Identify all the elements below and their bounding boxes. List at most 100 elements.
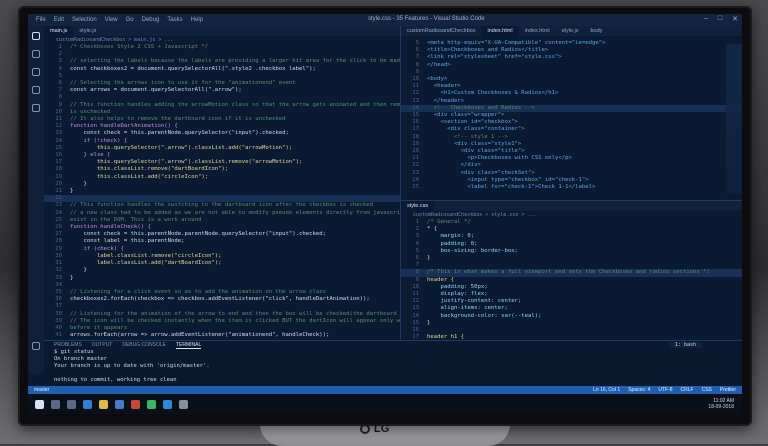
tab-terminal[interactable]: TERMINAL	[175, 342, 202, 349]
terminal-app-icon[interactable]	[179, 399, 188, 409]
code-line[interactable]: 34	[44, 282, 400, 289]
task-view-icon[interactable]	[67, 399, 76, 409]
code-line[interactable]: 20 }	[44, 181, 400, 188]
code-line[interactable]: 7	[401, 262, 742, 269]
menu-tasks[interactable]: Tasks	[167, 17, 182, 23]
code-line[interactable]: 4 const checkboxes2 = document.querySelec…	[44, 66, 400, 73]
code-line[interactable]: 2 * {	[401, 226, 742, 233]
code-line[interactable]: 40 before it appears	[44, 325, 400, 332]
code-line[interactable]: 7 const arrows = document.querySelectorAl…	[44, 87, 400, 94]
tab-debug-console[interactable]: DEBUG CONSOLE	[122, 342, 166, 348]
code-line[interactable]: 25 exist in the DOM. This is a work aroun…	[44, 217, 400, 224]
code-line[interactable]: 27 const check = this.parentNode.parentN…	[44, 231, 400, 238]
code-line[interactable]: 22 </div>	[401, 162, 742, 169]
vscode-icon[interactable]	[163, 399, 172, 409]
code-line[interactable]: 11 display: flex;	[401, 291, 742, 298]
left-code-editor[interactable]: 1 /* Checkboxes Style 2 CSS + Javascript …	[44, 44, 400, 339]
tab-style-js[interactable]: style.js	[73, 26, 102, 36]
code-line[interactable]: 29 if (check) {	[44, 246, 400, 253]
code-line[interactable]: 21 <p>Checkboxes with CSS only</p>	[401, 155, 742, 162]
tab-problems[interactable]: PROBLEMS	[54, 342, 82, 348]
code-line[interactable]: 8	[44, 94, 400, 101]
code-line[interactable]: 13 </header>	[401, 98, 742, 105]
code-line[interactable]: 35 // Listening for a click event so as t…	[44, 289, 400, 296]
edge-icon[interactable]	[83, 399, 92, 409]
maximize-icon[interactable]: □	[718, 15, 722, 23]
start-icon[interactable]	[35, 399, 44, 409]
code-line[interactable]: 7 <link rel="stylesheet" href="style.css"…	[401, 54, 742, 61]
code-line[interactable]: 5 <meta http-equiv="X-UA-Compatible" cont…	[401, 40, 742, 47]
code-line[interactable]: 10 padding: 50px;	[401, 284, 742, 291]
code-line[interactable]: 28 const label = this.parentNode;	[44, 238, 400, 245]
code-line[interactable]: 8 /* This is what makes a full viewport a…	[401, 269, 742, 277]
code-line[interactable]: 2	[44, 51, 400, 58]
code-line[interactable]: 14 background-color: var(--teal);	[401, 313, 742, 320]
right-top-code-editor[interactable]: 5 <meta http-equiv="X-UA-Compatible" cont…	[401, 40, 742, 191]
code-line[interactable]: 16 <section id="checkbox">	[401, 119, 742, 126]
code-line[interactable]: 6 // Selecting the arrows icon to use it …	[44, 80, 400, 87]
code-line[interactable]: 9 header {	[401, 277, 742, 284]
menu-debug[interactable]: Debug	[142, 17, 160, 23]
code-line[interactable]: 23 <div class="checkSet">	[401, 170, 742, 177]
code-line[interactable]: 11 // It also helps to remove the dartboa…	[44, 116, 400, 123]
close-icon[interactable]: ✕	[732, 15, 738, 23]
clock[interactable]: 11:02 AM 18-09-2018	[708, 398, 734, 410]
code-line[interactable]: 9	[401, 69, 742, 76]
code-line[interactable]: 5 box-sizing: border-box;	[401, 248, 742, 255]
code-line[interactable]: 5	[44, 73, 400, 80]
code-line[interactable]: 15 <div class="wrapper">	[401, 112, 742, 119]
code-line[interactable]: 8 </head>	[401, 62, 742, 69]
indentation[interactable]: Spaces: 4	[628, 387, 650, 393]
menu-view[interactable]: View	[105, 17, 118, 23]
menu-selection[interactable]: Selection	[72, 17, 97, 23]
code-line[interactable]: 4 padding: 0;	[401, 241, 742, 248]
cursor-position[interactable]: Ln 16, Col 1	[593, 387, 620, 393]
tab-style-js-right[interactable]: style.js	[556, 26, 585, 36]
code-line[interactable]: 10 is unchecked	[44, 109, 400, 116]
code-line[interactable]: 22	[44, 195, 400, 203]
code-line[interactable]: 26 function handleCheck() {	[44, 224, 400, 231]
code-line[interactable]: 12 <h1>Custom Checkboxes & Radios</h1>	[401, 90, 742, 97]
code-line[interactable]: 32 }	[44, 267, 400, 274]
code-line[interactable]: 14 <!-- Checkboxes and Radios -->	[401, 104, 742, 113]
language-mode[interactable]: CSS	[702, 387, 712, 393]
code-line[interactable]: 19 <div class="style1">	[401, 141, 742, 148]
branch-indicator[interactable]: master	[34, 387, 49, 393]
menu-edit[interactable]: Edit	[54, 17, 64, 23]
code-line[interactable]: 1 /* General */	[401, 219, 742, 226]
code-line[interactable]: 3 // selecting the labels because the lab…	[44, 58, 400, 65]
code-line[interactable]: 37	[44, 303, 400, 310]
code-line[interactable]: 38 // Listening for the animation of the …	[44, 311, 400, 318]
code-line[interactable]: 3 margin: 0;	[401, 233, 742, 240]
code-line[interactable]: 36 checkboxes2.forEach(checkbox => checkb…	[44, 296, 400, 303]
explorer-icon[interactable]	[32, 32, 40, 40]
chrome-icon[interactable]	[131, 399, 140, 409]
search-icon[interactable]	[32, 50, 40, 58]
spotify-icon[interactable]	[147, 399, 156, 409]
code-line[interactable]: 39 // The icon will be checked instantly …	[44, 318, 400, 325]
menu-file[interactable]: File	[36, 17, 46, 23]
code-line[interactable]: 25 <label for="check-1">Check 1-1</label…	[401, 184, 742, 191]
formatter[interactable]: Prettier	[720, 387, 736, 393]
line-ending[interactable]: CRLF	[681, 387, 694, 393]
minimize-icon[interactable]: –	[704, 15, 708, 23]
code-line[interactable]: 16	[401, 327, 742, 334]
source-control-icon[interactable]	[32, 68, 40, 76]
code-line[interactable]: 15 this.querySelector(".arrow").classLis…	[44, 145, 400, 152]
tab-index-html-2[interactable]: index.html	[519, 26, 556, 36]
store-icon[interactable]	[115, 399, 124, 409]
code-line[interactable]: 33}	[44, 275, 400, 282]
code-line[interactable]: 18 this.classList.remove("dartBoardIcon"…	[44, 166, 400, 173]
code-line[interactable]: 13 const check = this.parentNode.querySe…	[44, 130, 400, 137]
minimap[interactable]	[726, 44, 742, 194]
tab-style-css[interactable]: style.css	[401, 201, 435, 211]
code-line[interactable]: 23 // This function handles the switching…	[44, 202, 400, 209]
tab-main-js[interactable]: main.js	[44, 26, 74, 36]
code-line[interactable]: 18 <!-- style 1 -->	[401, 134, 742, 141]
code-line[interactable]: 20 <div class="title">	[401, 148, 742, 155]
tab-folder[interactable]: customRadiosandCheckbox	[401, 26, 481, 36]
code-line[interactable]: 12 justify-content: center;	[401, 298, 742, 305]
explorer-folder-icon[interactable]	[99, 399, 108, 409]
code-line[interactable]: 30 label.classList.remove("circleIcon");	[44, 253, 400, 260]
code-line[interactable]: 6}	[401, 255, 742, 262]
